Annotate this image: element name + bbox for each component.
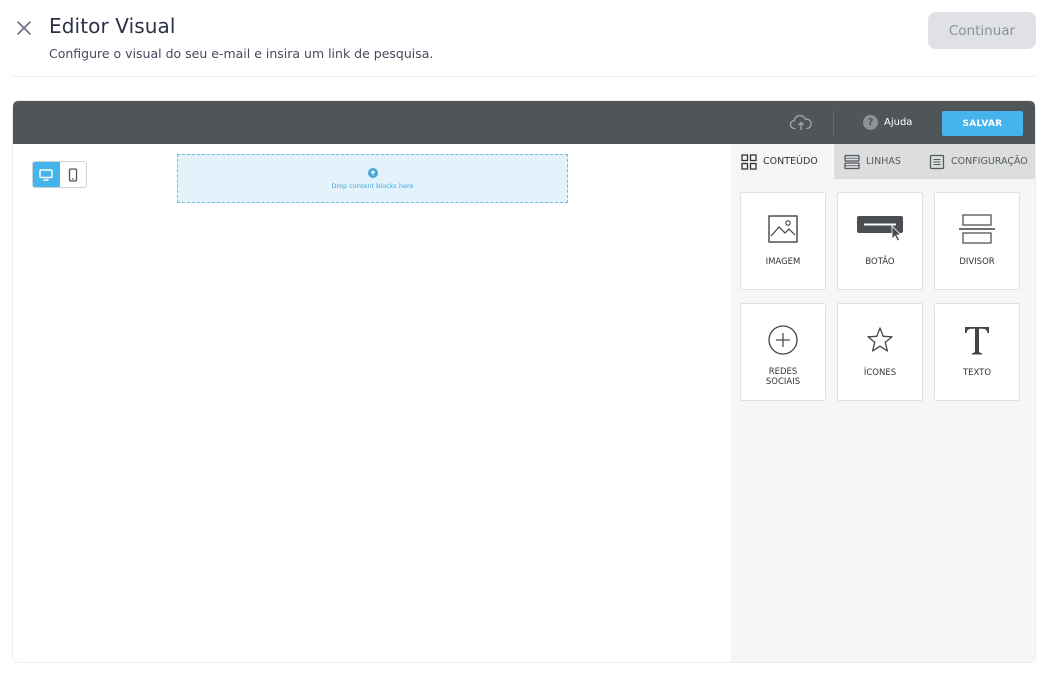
topbar-separator [833,111,834,135]
save-button[interactable]: SALVAR [942,111,1023,136]
block-icons-label: ÍCONES [863,368,897,378]
editor-topbar: ? Ajuda SALVAR [13,101,1035,144]
block-icons[interactable]: ÍCONES [837,303,923,401]
mobile-icon [68,167,77,182]
content-blocks-grid: IMAGEM BOTÃO DIVISOR REDES SOCIAIS ÍCONE… [740,192,1020,401]
continue-button[interactable]: Continuar [928,12,1036,49]
divider-icon [959,214,995,244]
page-subtitle: Configure o visual do seu e-mail e insir… [49,46,434,61]
close-icon [17,21,31,35]
close-button[interactable] [14,18,34,38]
drop-zone-text: Drop content blocks here [331,181,414,190]
rows-icon [844,154,860,169]
block-button-label: BOTÃO [865,257,895,267]
grid-icon [741,153,757,170]
device-toggle [32,161,87,188]
tab-content[interactable]: CONTEÚDO [731,144,834,179]
content-panel: CONTEÚDO LINHAS CONFIGURAÇÃO IMAGEM BOTÃ… [731,144,1035,662]
text-icon [965,327,989,355]
mobile-view-button[interactable] [60,162,87,187]
email-editor: ? Ajuda SALVAR Drop content blocks here … [12,100,1036,663]
tab-content-label: CONTEÚDO [763,156,818,167]
button-icon [857,216,903,242]
email-canvas[interactable]: Drop content blocks here [13,144,731,662]
cloud-upload-icon [789,114,812,130]
block-social-label: REDES SOCIAIS [765,367,801,387]
tab-settings-label: CONFIGURAÇÃO [951,156,1028,167]
desktop-icon [39,168,53,181]
social-plus-icon [768,325,798,355]
panel-tabs: CONTEÚDO LINHAS CONFIGURAÇÃO [731,144,1035,179]
header-divider [12,76,1036,77]
star-icon [867,327,893,352]
block-image[interactable]: IMAGEM [740,192,826,290]
tab-settings[interactable]: CONFIGURAÇÃO [919,144,1035,179]
block-divider-label: DIVISOR [959,257,995,267]
block-text[interactable]: TEXTO [934,303,1020,401]
help-icon: ? [863,115,878,130]
desktop-view-button[interactable] [33,162,60,187]
block-button[interactable]: BOTÃO [837,192,923,290]
block-text-label: TEXTO [962,368,992,378]
block-image-label: IMAGEM [765,257,801,267]
help-button[interactable]: ? Ajuda [863,115,912,130]
block-divider[interactable]: DIVISOR [934,192,1020,290]
upload-button[interactable] [789,113,813,133]
drop-arrow-icon [367,167,378,178]
image-icon [768,215,798,243]
settings-doc-icon [929,154,945,169]
page-title: Editor Visual [49,14,176,38]
tab-rows-label: LINHAS [866,156,901,167]
tab-rows[interactable]: LINHAS [834,144,919,179]
block-social[interactable]: REDES SOCIAIS [740,303,826,401]
help-label: Ajuda [884,117,913,128]
drop-zone[interactable]: Drop content blocks here [177,154,568,203]
